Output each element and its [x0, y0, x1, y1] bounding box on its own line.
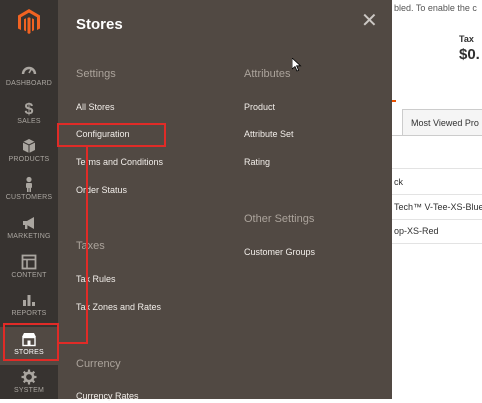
nav-label: CONTENT — [11, 272, 47, 279]
attributes-heading: Attributes — [244, 68, 291, 80]
stores-highlight-box — [3, 323, 59, 361]
dashboard-tabs: Most Viewed Pro — [392, 105, 482, 136]
row-divider — [392, 219, 482, 220]
link-all-stores[interactable]: All Stores — [76, 102, 115, 112]
stores-menu-panel: Stores ✕ Settings All Stores Configurati… — [58, 0, 392, 401]
notice-text: bled. To enable the c — [394, 3, 477, 13]
table-row: Tech™ V-Tee-XS-Blue — [394, 202, 482, 212]
link-tax-zones-and-rates[interactable]: Tax Zones and Rates — [76, 302, 161, 312]
link-tax-rules[interactable]: Tax Rules — [76, 274, 116, 284]
nav-content[interactable]: CONTENT — [0, 250, 58, 288]
nav-label: PRODUCTS — [8, 156, 50, 163]
cube-icon — [22, 139, 36, 153]
speedometer-icon — [21, 66, 37, 75]
layout-icon — [21, 254, 37, 270]
nav-label: SYSTEM — [14, 387, 44, 394]
row-divider — [392, 194, 482, 195]
nav-sales[interactable]: $ SALES — [0, 96, 58, 134]
bar-chart-icon — [23, 295, 35, 306]
dashboard-background: bled. To enable the c Tax $0. Most Viewe… — [392, 0, 482, 399]
panel-title: Stores — [76, 16, 123, 33]
tax-value: $0. — [459, 46, 480, 63]
nav-label: REPORTS — [11, 310, 47, 317]
link-rating[interactable]: Rating — [244, 157, 270, 167]
configuration-highlight-box — [57, 123, 166, 147]
dollar-icon: $ — [25, 101, 34, 116]
row-divider — [392, 168, 482, 169]
megaphone-icon — [23, 217, 34, 229]
person-icon — [26, 176, 32, 192]
nav-marketing[interactable]: MARKETING — [0, 211, 58, 249]
other-settings-heading: Other Settings — [244, 213, 315, 225]
highlight-connector-horizontal — [59, 342, 88, 344]
nav-label: DASHBOARD — [5, 80, 53, 87]
mouse-cursor-icon — [292, 58, 302, 72]
gear-icon — [21, 369, 37, 385]
magento-logo-icon — [18, 9, 40, 34]
link-customer-groups[interactable]: Customer Groups — [244, 247, 315, 257]
nav-customers[interactable]: CUSTOMERS — [0, 172, 58, 210]
link-attribute-set[interactable]: Attribute Set — [244, 129, 294, 139]
tab-most-viewed-products[interactable]: Most Viewed Pro — [402, 109, 482, 135]
active-tab-indicator — [392, 100, 396, 102]
nav-system[interactable]: SYSTEM — [0, 365, 58, 403]
nav-reports[interactable]: REPORTS — [0, 288, 58, 326]
link-order-status[interactable]: Order Status — [76, 185, 127, 195]
table-row: ck — [394, 177, 403, 187]
row-divider — [392, 243, 482, 244]
link-product[interactable]: Product — [244, 102, 275, 112]
nav-dashboard[interactable]: DASHBOARD — [0, 58, 58, 96]
table-row: op-XS-Red — [394, 226, 439, 236]
magento-logo[interactable] — [0, 0, 58, 44]
settings-heading: Settings — [76, 68, 116, 80]
taxes-heading: Taxes — [76, 240, 105, 252]
tax-label: Tax — [459, 34, 474, 44]
link-currency-rates[interactable]: Currency Rates — [76, 391, 139, 401]
currency-heading: Currency — [76, 358, 121, 370]
highlight-connector-vertical — [86, 147, 88, 344]
close-icon[interactable]: ✕ — [361, 11, 378, 31]
link-terms-and-conditions[interactable]: Terms and Conditions — [76, 157, 163, 167]
nav-label: MARKETING — [7, 233, 51, 240]
nav-products[interactable]: PRODUCTS — [0, 134, 58, 172]
svg-text:$: $ — [25, 101, 34, 116]
nav-label: CUSTOMERS — [5, 194, 53, 201]
nav-label: SALES — [17, 118, 41, 125]
